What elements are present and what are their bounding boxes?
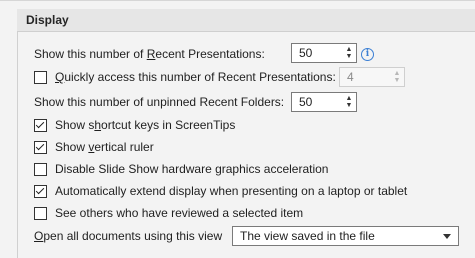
chevron-up-down-icon[interactable]: ▲ ▼ [342, 93, 356, 111]
recent-folders-spinner[interactable]: 50 ▲ ▼ [291, 92, 357, 112]
quick-access-spinner[interactable]: 4 ▲ ▼ [339, 67, 405, 87]
shortcut-keys-label: Show shortcut keys in ScreenTips [55, 118, 236, 132]
option-disable-hw-acceleration[interactable]: Disable Slide Show hardware graphics acc… [34, 158, 328, 180]
option-see-reviewers[interactable]: See others who have reviewed a selected … [34, 202, 303, 224]
recent-presentations-row: Show this number of Recent Presentations… [34, 43, 265, 65]
vertical-ruler-label: Show vertical ruler [55, 140, 154, 154]
recent-folders-row: Show this number of unpinned Recent Fold… [34, 91, 284, 113]
quick-access-checkbox[interactable] [34, 70, 47, 84]
quick-access-row: Quickly access this number of Recent Pre… [34, 66, 336, 88]
quick-access-label: Quickly access this number of Recent Pre… [55, 70, 336, 84]
caret-down-icon[interactable] [443, 233, 451, 239]
open-documents-view-value: The view saved in the file [240, 229, 375, 243]
recent-presentations-label: Show this number of Recent Presentations… [34, 47, 265, 61]
option-shortcut-keys[interactable]: Show shortcut keys in ScreenTips [34, 114, 235, 136]
section-header: Display [17, 9, 475, 32]
option-vertical-ruler[interactable]: Show vertical ruler [34, 136, 154, 158]
recent-folders-label: Show this number of unpinned Recent Fold… [34, 95, 285, 109]
disable-hw-acceleration-label: Disable Slide Show hardware graphics acc… [55, 162, 329, 176]
open-documents-view-dropdown[interactable]: The view saved in the file [232, 226, 459, 246]
top-border [0, 0, 475, 1]
chevron-up-down-icon[interactable]: ▲ ▼ [390, 68, 404, 86]
open-documents-label: Open all documents using this view [34, 229, 223, 243]
see-reviewers-checkbox[interactable] [34, 206, 47, 220]
recent-presentations-spinner[interactable]: 50 ▲ ▼ [291, 43, 357, 63]
open-documents-row: Open all documents using this view [34, 225, 222, 247]
section-title: Display [26, 13, 69, 27]
recent-folders-value: 50 [299, 95, 313, 109]
extend-display-checkbox[interactable] [34, 184, 47, 198]
section-left-rule [17, 9, 18, 258]
vertical-ruler-checkbox[interactable] [34, 140, 47, 154]
shortcut-keys-checkbox[interactable] [34, 118, 47, 132]
option-extend-display[interactable]: Automatically extend display when presen… [34, 180, 407, 202]
chevron-up-down-icon[interactable]: ▲ ▼ [342, 44, 356, 62]
info-icon[interactable]: i [361, 48, 374, 61]
disable-hw-acceleration-checkbox[interactable] [34, 162, 47, 176]
extend-display-label: Automatically extend display when presen… [55, 184, 408, 198]
recent-presentations-value: 50 [299, 46, 313, 60]
quick-access-value: 4 [347, 70, 354, 84]
see-reviewers-label: See others who have reviewed a selected … [55, 206, 304, 220]
